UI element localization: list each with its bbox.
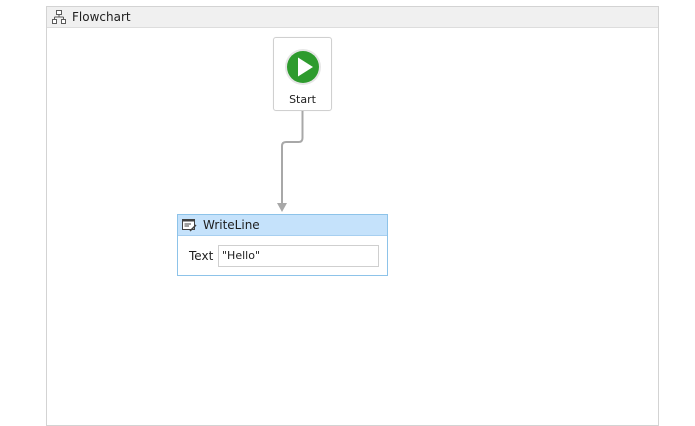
play-icon: [284, 48, 322, 86]
writeline-header[interactable]: WriteLine: [178, 215, 387, 236]
flowchart-header[interactable]: Flowchart: [47, 7, 658, 28]
text-property-label: Text: [189, 249, 214, 263]
text-expression-input[interactable]: "Hello": [218, 245, 379, 267]
writeline-icon: [182, 218, 197, 232]
writeline-body: Text "Hello": [178, 236, 387, 275]
flowchart-title: Flowchart: [72, 10, 131, 24]
writeline-title: WriteLine: [203, 218, 260, 232]
flowchart-icon: [52, 10, 66, 24]
start-label: Start: [289, 93, 316, 106]
start-node[interactable]: Start: [273, 37, 332, 111]
writeline-activity[interactable]: WriteLine Text "Hello": [177, 214, 388, 276]
